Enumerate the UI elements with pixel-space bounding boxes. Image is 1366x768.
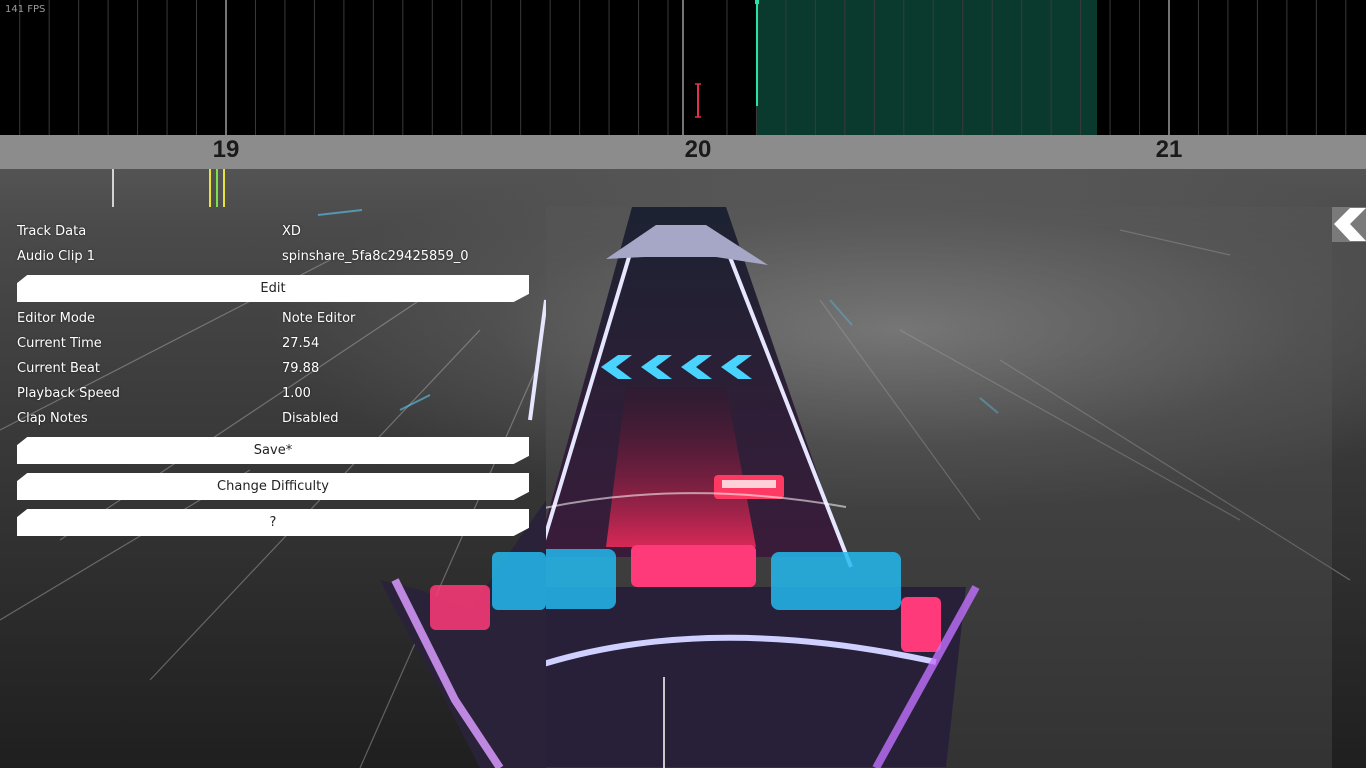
playback-speed-value: 1.00 [282,386,311,401]
current-beat-value: 79.88 [282,361,320,376]
track-preview[interactable] [546,207,1332,768]
audio-clip-value: spinshare_5fa8c29425859_0 [282,249,469,264]
editor-mode-label: Editor Mode [17,311,96,326]
track-render [546,207,1332,768]
timeline[interactable]: 141 FPS [0,0,1366,135]
selection-region [756,0,1097,135]
clap-notes-row: Clap Notes Disabled [17,411,529,431]
beat-label-20: 20 [684,136,712,163]
beat-label-19: 19 [212,136,240,163]
current-time-row: Current Time 27.54 [17,336,529,356]
track-data-row: Track Data XD [17,224,529,244]
current-beat-label: Current Beat [17,361,100,376]
timeline-grid [19,0,1347,135]
playback-speed-row: Playback Speed 1.00 [17,386,529,406]
clap-notes-value: Disabled [282,411,339,426]
save-button[interactable]: Save* [17,437,529,464]
editor-mode-value: Note Editor [282,311,356,326]
current-time-value: 27.54 [282,336,320,351]
change-difficulty-button[interactable]: Change Difficulty [17,473,529,500]
chevron-left-icon [1334,208,1366,241]
audio-clip-label: Audio Clip 1 [17,249,96,264]
current-beat-row: Current Beat 79.88 [17,361,529,381]
editor-window: 141 FPS 19 20 21 Track Data XD Audio Cli… [0,0,1366,768]
fps-counter: 141 FPS [5,4,46,15]
current-time-label: Current Time [17,336,102,351]
track-data-label: Track Data [17,224,87,239]
clap-notes-label: Clap Notes [17,411,88,426]
audio-clip-row: Audio Clip 1 spinshare_5fa8c29425859_0 [17,249,529,269]
help-button[interactable]: ? [17,509,529,536]
edit-button[interactable]: Edit [17,275,529,302]
track-data-value: XD [282,224,301,239]
marker-strip [112,169,225,207]
playback-speed-label: Playback Speed [17,386,120,401]
playhead-handle[interactable] [755,0,759,4]
back-button[interactable] [1332,207,1366,242]
editor-mode-row: Editor Mode Note Editor [17,311,529,331]
beat-label-21: 21 [1155,136,1183,163]
